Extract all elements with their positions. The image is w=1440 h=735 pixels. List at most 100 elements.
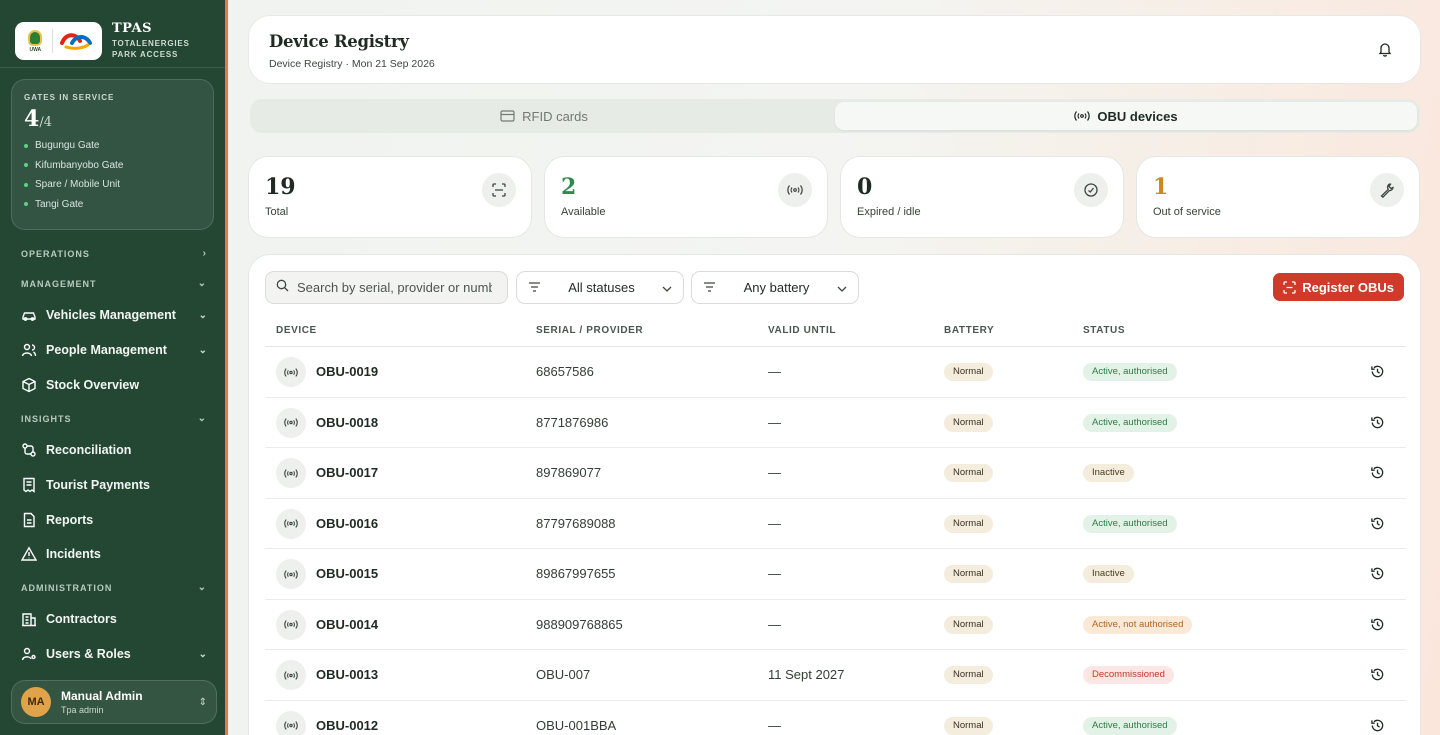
column-valid-until[interactable]: VALID UNTIL [768,325,836,336]
table-row[interactable]: OBU-0014 988909768865 — Normal Active, not a… [265,600,1406,650]
nav-section-operations[interactable]: OPERATIONS › [0,248,225,259]
device-name[interactable]: OBU-0017 [316,465,378,480]
serial-provider: 87797689088 [536,515,616,531]
device-name[interactable]: OBU-0014 [316,617,378,632]
signal-icon [276,357,306,387]
tab-obu-devices[interactable]: OBU devices [835,102,1417,130]
gate-item: Tangi Gate [24,195,201,215]
battery-filter-select[interactable]: Any battery [691,271,859,304]
sidebar-item-users-roles[interactable]: Users & Roles ⌄ [0,639,225,669]
user-key-icon [21,646,37,662]
history-icon[interactable] [1370,566,1386,582]
device-tabs: RFID cards OBU devices [250,99,1420,133]
column-serial[interactable]: SERIAL / PROVIDER [536,325,643,336]
signal-icon [276,407,306,438]
user-name: Manual Admin [61,689,143,703]
column-battery[interactable]: BATTERY [944,325,994,336]
user-role: Tpa admin [61,705,104,715]
brand-subtitle: TOTALENERGIES PARK ACCESS [112,39,190,59]
column-status[interactable]: STATUS [1083,325,1125,336]
table-row[interactable]: OBU-0018 8771876986 — Normal Active, authori… [265,398,1406,448]
table-row[interactable]: OBU-0012 OBU-001BBA — Normal Active, authori… [265,701,1406,735]
column-device[interactable]: DEVICE [276,325,317,336]
history-icon[interactable] [1370,718,1386,734]
gate-item: Bugungu Gate [24,136,201,156]
stat-label: Total [265,206,289,218]
status-badge: Inactive [1083,464,1134,482]
card-icon [500,110,515,122]
chevron-down-icon [837,280,847,295]
table-row[interactable]: OBU-0019 68657586 — Normal Active, authorise… [265,347,1406,398]
valid-until: — [768,566,781,581]
table-row[interactable]: OBU-0017 897869077 — Normal Inactive [265,448,1406,499]
gate-item: Spare / Mobile Unit [24,175,201,195]
stat-card-expired: 0 Expired / idle [840,156,1124,238]
register-obus-button[interactable]: Register OBUs [1273,273,1404,301]
nav-section-insights[interactable]: INSIGHTS ⌄ [0,413,225,424]
gates-in-service-card: GATES IN SERVICE 4/4 Bugungu Gate Kifumb… [11,79,214,230]
valid-until: — [768,717,781,733]
valid-until: — [768,414,781,430]
search-box[interactable] [265,271,508,304]
battery-badge: Normal [944,716,993,735]
sidebar-item-vehicles[interactable]: Vehicles Management ⌄ [0,300,225,330]
table-row[interactable]: OBU-0013 OBU-007 11 Sept 2027 Normal Decommi… [265,650,1406,701]
chevron-down-icon: ⌄ [197,278,207,289]
status-badge: Decommissioned [1083,666,1174,684]
tab-rfid-cards[interactable]: RFID cards [253,102,835,130]
status-dot-icon [24,202,28,207]
chevron-down-icon: ⌄ [198,344,207,356]
valid-until: — [768,515,781,531]
search-input[interactable] [297,280,492,295]
device-name[interactable]: OBU-0015 [316,566,378,581]
device-name[interactable]: OBU-0019 [316,364,378,379]
device-name[interactable]: OBU-0018 [316,415,378,430]
device-name[interactable]: OBU-0013 [316,667,378,682]
valid-until: — [768,364,781,379]
history-icon[interactable] [1370,667,1386,683]
gates-label: GATES IN SERVICE [24,93,115,102]
history-icon[interactable] [1370,617,1386,633]
table-row[interactable]: OBU-0016 87797689088 — Normal Active, author… [265,499,1406,549]
sidebar-item-contractors[interactable]: Contractors [0,604,225,634]
status-badge: Active, authorised [1083,514,1177,533]
gates-count: 4/4 [24,106,52,132]
table-header: DEVICE SERIAL / PROVIDER VALID UNTIL BAT… [265,317,1406,347]
nav-section-administration[interactable]: ADMINISTRATION ⌄ [0,582,225,593]
status-dot-icon [24,163,28,168]
filter-icon [703,280,716,295]
serial-provider: 988909768865 [536,616,623,632]
serial-provider: OBU-007 [536,667,591,682]
device-name[interactable]: OBU-0012 [316,718,378,733]
warning-icon [21,546,37,562]
table-row[interactable]: OBU-0015 89867997655 — Normal Inactive [265,549,1406,600]
signal-icon [1074,110,1091,122]
serial-provider: 89867997655 [536,566,616,581]
brand-logos[interactable]: UWA [15,22,102,60]
bell-icon[interactable] [1377,41,1393,57]
history-icon[interactable] [1370,364,1386,380]
sidebar-item-people[interactable]: People Management ⌄ [0,335,225,365]
history-icon[interactable] [1370,465,1386,481]
device-table-card: All statuses Any battery Register OBUs D… [248,254,1421,735]
status-filter-select[interactable]: All statuses [516,271,684,304]
nav-section-management[interactable]: MANAGEMENT ⌄ [0,278,225,289]
device-name[interactable]: OBU-0016 [316,516,378,531]
page-header: Device Registry Device Registry · Mon 21… [248,15,1421,84]
user-menu[interactable]: MA Manual Admin Tpa admin ⇕ [11,680,217,724]
chevron-updown-icon[interactable]: ⇕ [199,697,207,708]
sidebar-item-reconciliation[interactable]: Reconciliation [0,435,225,465]
sidebar-item-reports[interactable]: Reports [0,505,225,535]
sidebar-item-tourist-payments[interactable]: Tourist Payments [0,470,225,500]
chevron-down-icon: ⌄ [198,648,207,660]
sidebar-item-stock[interactable]: Stock Overview [0,370,225,400]
battery-badge: Normal [944,413,993,432]
history-icon[interactable] [1370,415,1386,431]
search-icon [276,279,289,297]
signal-icon [778,173,812,207]
totalenergies-logo-icon [58,29,94,53]
sidebar-item-incidents[interactable]: Incidents [0,539,225,569]
brand: UWA TPAS TOTALENERGIES PARK ACCESS [0,0,225,68]
stat-label: Available [561,206,606,218]
history-icon[interactable] [1370,516,1386,532]
